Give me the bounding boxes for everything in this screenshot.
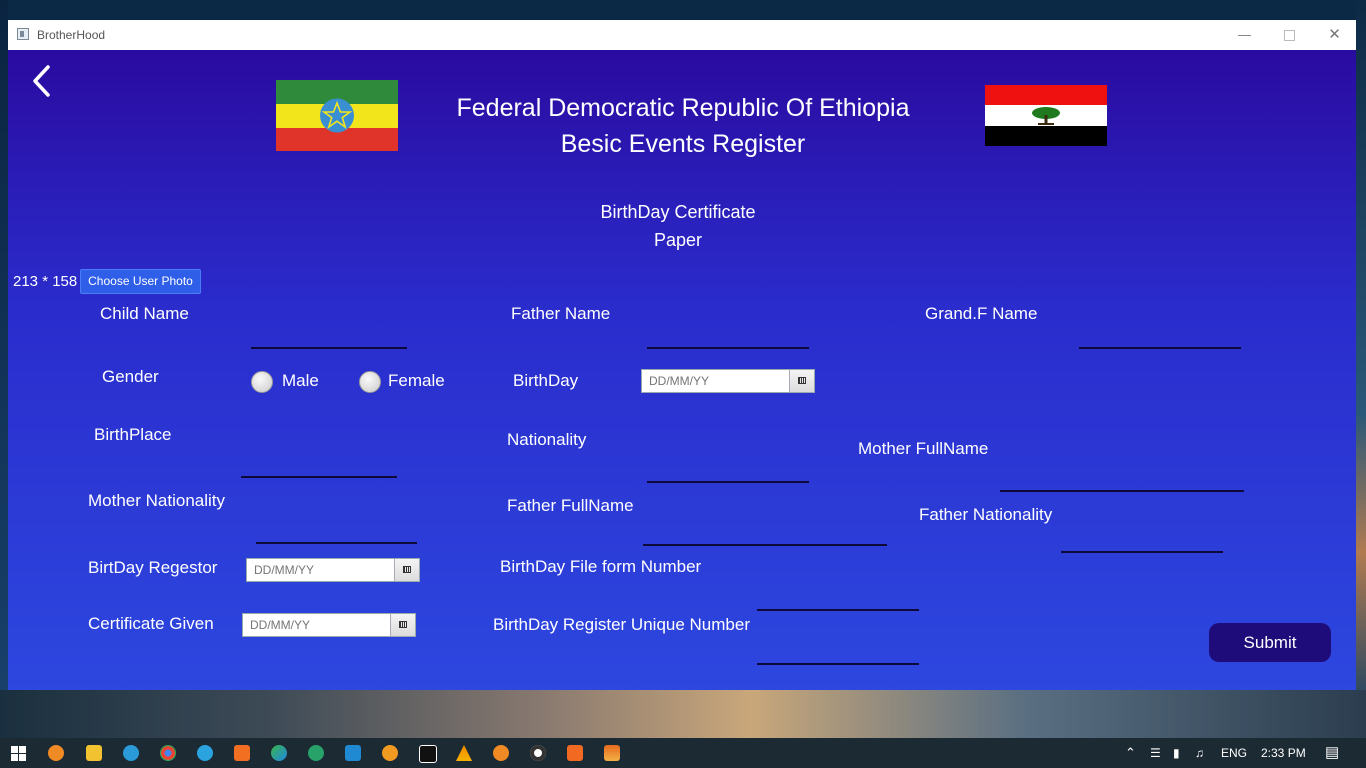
calendar-button[interactable] xyxy=(789,370,814,392)
file-explorer-icon[interactable] xyxy=(86,745,102,761)
certificate-given-date-picker[interactable] xyxy=(242,613,416,637)
birthday-file-form-number-field[interactable] xyxy=(757,609,919,611)
male-radio[interactable] xyxy=(251,371,273,393)
page-title-line1: Federal Democratic Republic Of Ethiopia xyxy=(456,94,910,122)
father-name-label: Father Name xyxy=(511,304,611,323)
window-title: BrotherHood xyxy=(37,28,106,42)
mother-nationality-label: Mother Nationality xyxy=(88,491,226,510)
male-label[interactable]: Male xyxy=(282,371,319,391)
clock[interactable]: 2:33 PM xyxy=(1261,738,1306,768)
father-fullname-label: Father FullName xyxy=(507,496,634,515)
title-bar: BrotherHood — ✕ xyxy=(8,20,1356,50)
app-green-icon[interactable] xyxy=(271,745,287,761)
desktop-background-left xyxy=(0,0,8,690)
certificate-given-date-input[interactable] xyxy=(243,614,397,636)
java-app-icon[interactable] xyxy=(604,745,620,761)
nationality-field[interactable] xyxy=(647,481,809,483)
mother-fullname-field[interactable] xyxy=(1000,490,1244,492)
father-fullname-field[interactable] xyxy=(643,544,887,546)
choose-user-photo-button[interactable]: Choose User Photo xyxy=(80,269,201,294)
wifi-icon[interactable]: ☰ xyxy=(1150,738,1161,768)
battery-icon[interactable]: ▮ xyxy=(1173,738,1180,768)
birthday-date-input[interactable] xyxy=(642,370,796,392)
maximize-button[interactable] xyxy=(1267,20,1312,50)
app-teal-icon[interactable] xyxy=(308,745,324,761)
desktop-wallpaper-city xyxy=(0,690,1366,738)
certificate-given-label: Certificate Given xyxy=(88,614,214,633)
birthday-date-picker[interactable] xyxy=(641,369,815,393)
chevron-left-icon[interactable] xyxy=(30,64,54,98)
birthplace-field[interactable] xyxy=(241,476,397,478)
calendar-button[interactable] xyxy=(390,614,415,636)
notification-icon[interactable]: ▤ xyxy=(1325,738,1339,768)
intellij-icon[interactable] xyxy=(419,745,437,763)
oromia-flag-image xyxy=(985,85,1107,146)
gender-label: Gender xyxy=(102,367,159,386)
calendar-icon xyxy=(798,377,806,384)
app-icon xyxy=(17,28,29,40)
chevron-up-icon[interactable]: ⌃ xyxy=(1125,738,1136,768)
app-amber-icon[interactable] xyxy=(382,745,398,761)
submit-button[interactable]: Submit xyxy=(1209,623,1331,662)
app-window: BrotherHood — ✕ Federal Democratic Repub… xyxy=(8,20,1356,690)
calendar-icon xyxy=(403,566,411,573)
calendar-icon xyxy=(399,621,407,628)
volume-icon[interactable]: ♫ xyxy=(1195,738,1204,768)
edge-browser-icon[interactable] xyxy=(123,745,139,761)
vlc-icon[interactable] xyxy=(456,745,472,761)
register-form-panel: Federal Democratic Republic Of Ethiopia … xyxy=(8,50,1356,690)
ethiopia-flag-image xyxy=(276,80,398,151)
desktop-background-right xyxy=(1356,0,1366,690)
birthday-register-unique-number-label: BirthDay Register Unique Number xyxy=(493,615,750,634)
birthday-file-form-number-label: BirthDay File form Number xyxy=(500,557,702,576)
mother-fullname-label: Mother FullName xyxy=(858,439,989,458)
grandf-name-label: Grand.F Name xyxy=(925,304,1038,323)
obs-icon[interactable] xyxy=(530,745,546,761)
nationality-label: Nationality xyxy=(507,430,587,449)
female-radio[interactable] xyxy=(359,371,381,393)
desktop-background-top xyxy=(0,0,1366,20)
calendar-button[interactable] xyxy=(394,559,419,581)
chrome-browser-icon[interactable] xyxy=(160,745,176,761)
birthday-registor-date-input[interactable] xyxy=(247,559,401,581)
birthday-registor-label: BirtDay Regestor xyxy=(88,558,218,577)
child-name-field[interactable] xyxy=(251,347,407,349)
search-app-icon[interactable] xyxy=(493,745,509,761)
windows-start-icon[interactable] xyxy=(11,746,26,761)
vscode-icon[interactable] xyxy=(345,745,361,761)
close-button[interactable]: ✕ xyxy=(1312,20,1357,50)
app-orange-icon[interactable] xyxy=(234,745,250,761)
telegram-icon[interactable] xyxy=(197,745,213,761)
language-indicator[interactable]: ENG xyxy=(1221,738,1247,768)
xampp-icon[interactable] xyxy=(567,745,583,761)
minimize-button[interactable]: — xyxy=(1222,20,1267,50)
female-label[interactable]: Female xyxy=(388,371,445,391)
father-name-field[interactable] xyxy=(647,347,809,349)
child-name-label: Child Name xyxy=(100,304,189,323)
mother-nationality-field[interactable] xyxy=(256,542,417,544)
form-subtitle-line2: Paper xyxy=(653,230,703,250)
father-nationality-field[interactable] xyxy=(1061,551,1223,553)
page-title-line2: Besic Events Register xyxy=(560,130,806,158)
taskbar: ⌃ ☰ ▮ ♫ ENG 2:33 PM ▤ xyxy=(0,738,1366,768)
form-subtitle-line1: BirthDay Certificate xyxy=(600,202,756,222)
birthday-registor-date-picker[interactable] xyxy=(246,558,420,582)
app-g-icon[interactable] xyxy=(48,745,64,761)
birthplace-label: BirthPlace xyxy=(94,425,172,444)
grandf-name-field[interactable] xyxy=(1079,347,1241,349)
father-nationality-label: Father Nationality xyxy=(919,505,1053,524)
birthday-register-unique-number-field[interactable] xyxy=(757,663,919,665)
photo-size-label: 213 * 158 xyxy=(13,273,78,290)
birthday-label: BirthDay xyxy=(513,371,579,390)
